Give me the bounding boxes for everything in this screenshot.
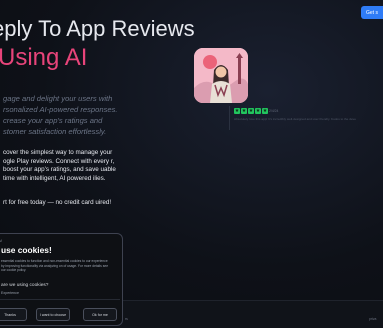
cookie-ok-button[interactable]: Ok for me — [83, 308, 117, 321]
hero-cta-text: rt for free today — no credit card uired… — [3, 199, 112, 206]
cookie-experience-option[interactable]: Experience — [1, 291, 19, 295]
footer-link[interactable]: rs — [125, 317, 128, 321]
review-stars: ★ ★ ★ ★ ★ — [234, 108, 268, 114]
review-snippet: ★ ★ ★ ★ ★ 2/4/24 Absolutely love this ap… — [229, 106, 356, 130]
cookie-banner: s! use cookies! essential cookies to fun… — [0, 233, 123, 326]
star-icon: ★ — [248, 108, 254, 114]
star-icon: ★ — [255, 108, 261, 114]
cookie-description: essential cookies to function and non-es… — [1, 259, 109, 273]
footer-privacy-link[interactable]: priva — [369, 317, 376, 321]
cookie-title: use cookies! — [1, 245, 52, 255]
cookie-thanks-button[interactable]: Thanks — [0, 308, 27, 321]
hero-body-text: cover the simplest way to manage your og… — [3, 149, 116, 182]
cookie-choose-button[interactable]: I want to choose — [36, 308, 70, 321]
get-started-button[interactable]: Get s — [361, 6, 383, 19]
review-date: 2/4/24 — [269, 109, 279, 113]
hero-headline: eply To App Reviews — [0, 16, 195, 41]
hero-headline-accent: Using AI — [0, 44, 88, 71]
illustration-girl-icon — [194, 48, 248, 103]
cookie-question[interactable]: are we using cookies? — [1, 283, 48, 288]
star-icon: ★ — [241, 108, 247, 114]
star-icon: ★ — [234, 108, 240, 114]
star-icon: ★ — [262, 108, 268, 114]
review-text: Absolutely love this app! It's incredibl… — [234, 117, 356, 121]
cookie-greeting: s! — [0, 239, 2, 243]
divider — [0, 299, 120, 300]
hero-tagline: gage and delight your users with rsonali… — [3, 94, 118, 136]
app-illustration — [194, 48, 248, 103]
